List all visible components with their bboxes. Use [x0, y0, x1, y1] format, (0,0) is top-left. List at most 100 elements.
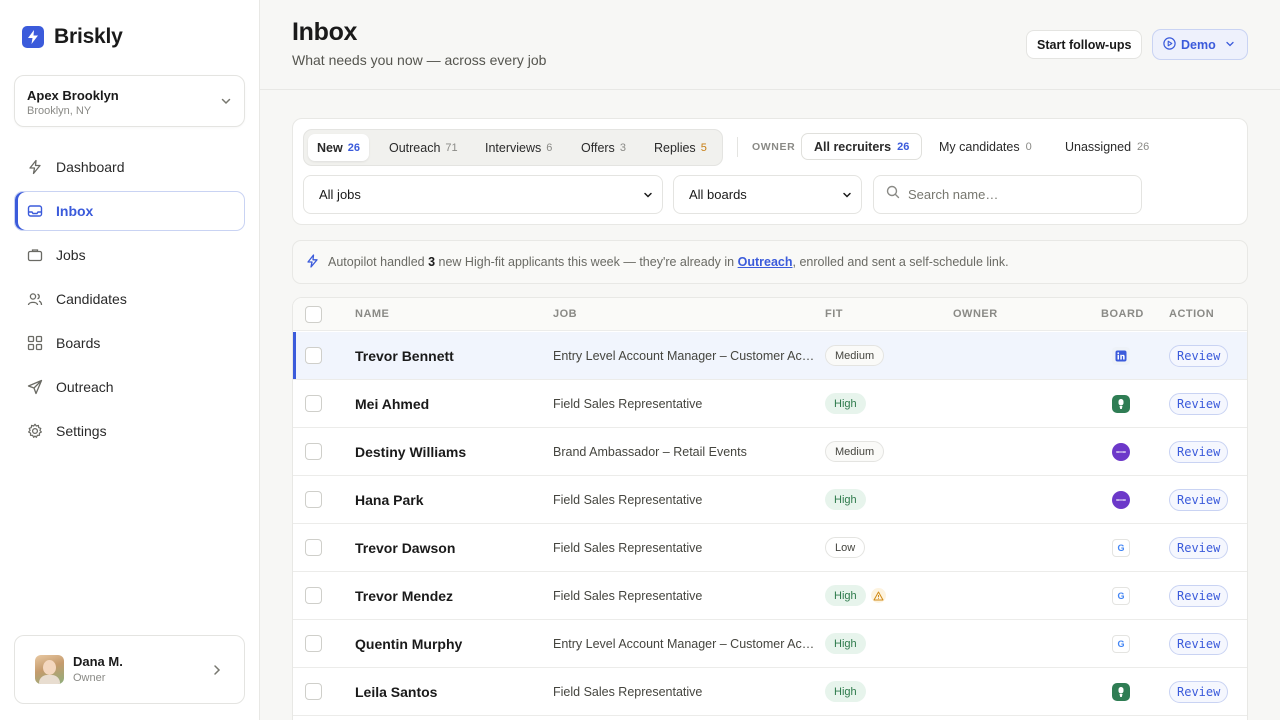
fit-badge: High	[825, 393, 866, 414]
job-title: Brand Ambassador – Retail Events	[553, 445, 747, 459]
column-name: NAME	[355, 308, 390, 320]
workspace-location: Brooklyn, NY	[27, 105, 92, 117]
chevron-down-icon	[642, 189, 654, 204]
table-header: NAME JOB FIT OWNER BOARD ACTION	[293, 298, 1247, 331]
outreach-link[interactable]: Outreach	[738, 255, 793, 269]
table-row[interactable]: Leila Santos Field Sales Representative Hi…	[293, 668, 1247, 716]
column-board: BOARD	[1101, 308, 1144, 320]
chevron-down-icon	[1225, 38, 1235, 52]
google-icon: G	[1112, 539, 1130, 557]
banner-count: 3	[428, 255, 436, 269]
job-title: Field Sales Representative	[553, 589, 703, 603]
candidate-name[interactable]: Destiny Williams	[355, 444, 466, 460]
nav-item-inbox[interactable]: Inbox	[14, 191, 245, 231]
hoodie-icon	[1112, 443, 1130, 461]
status-tabs: New 26 Outreach 71 Interviews 6 Offers 3 Rep…	[303, 129, 723, 166]
table-row[interactable]: Hana Park Field Sales Representative High R…	[293, 476, 1247, 524]
hoodie-icon	[1112, 491, 1130, 509]
banner-prefix: Autopilot handled	[328, 255, 425, 269]
row-checkbox[interactable]	[305, 539, 322, 556]
users-icon	[26, 290, 44, 308]
row-checkbox[interactable]	[305, 347, 322, 364]
nav-item-settings[interactable]: Settings	[14, 411, 245, 451]
jobs-select[interactable]: All jobs	[303, 175, 663, 214]
fit-badge: High	[825, 585, 866, 606]
table-row[interactable]: Mei Ahmed Field Sales Representative High R…	[293, 380, 1247, 428]
row-checkbox[interactable]	[305, 491, 322, 508]
select-all-checkbox[interactable]	[305, 306, 322, 323]
tab-new[interactable]: New 26	[308, 134, 369, 161]
candidate-name[interactable]: Leila Santos	[355, 684, 437, 700]
row-checkbox[interactable]	[305, 395, 322, 412]
page-subtitle: What needs you now — across every job	[292, 52, 547, 68]
review-button[interactable]: Review	[1169, 585, 1229, 607]
search-input[interactable]	[908, 187, 1128, 202]
owner-option-label: All recruiters	[814, 139, 892, 154]
fit-badge: High	[825, 633, 866, 654]
demo-button[interactable]: Demo	[1152, 29, 1248, 60]
candidate-name[interactable]: Mei Ahmed	[355, 396, 429, 412]
table-row[interactable]: Trevor Mendez Field Sales Representative H…	[293, 572, 1247, 620]
warning-icon	[871, 588, 886, 603]
review-button[interactable]: Review	[1169, 345, 1229, 367]
boards-select[interactable]: All boards	[673, 175, 862, 214]
chevron-down-icon	[841, 189, 853, 204]
fit-badge: High	[825, 489, 866, 510]
table-row[interactable]: Trevor Dawson Field Sales Representative L…	[293, 524, 1247, 572]
job-title: Field Sales Representative	[553, 493, 703, 507]
bolt-icon	[26, 158, 44, 176]
candidate-name[interactable]: Quentin Murphy	[355, 636, 462, 652]
page-title: Inbox	[292, 18, 358, 46]
bolt-icon	[306, 253, 319, 271]
row-checkbox[interactable]	[305, 443, 322, 460]
candidate-name[interactable]: Trevor Bennett	[355, 348, 454, 364]
review-button[interactable]: Review	[1169, 681, 1229, 703]
review-button[interactable]: Review	[1169, 489, 1229, 511]
workspace-switcher[interactable]: Apex Brooklyn Brooklyn, NY	[14, 75, 245, 127]
owner-all-recruiters[interactable]: All recruiters 26	[801, 133, 923, 160]
nav-item-outreach[interactable]: Outreach	[14, 367, 245, 407]
owner-filter-label: OWNER	[752, 141, 796, 153]
search-box	[873, 175, 1142, 214]
row-checkbox[interactable]	[305, 635, 322, 652]
table-row[interactable]: Trevor Bennett Entry Level Account Manage…	[293, 332, 1247, 380]
owner-my-candidates[interactable]: My candidates 0	[927, 133, 1044, 160]
candidate-name[interactable]: Trevor Mendez	[355, 588, 453, 604]
tab-replies[interactable]: Replies 5	[645, 134, 716, 161]
fit-badge: Low	[825, 537, 866, 558]
search-icon	[886, 185, 900, 204]
job-title: Entry Level Account Manager – Customer A…	[553, 637, 815, 651]
nav-item-candidates[interactable]: Candidates	[14, 279, 245, 319]
filter-card: New 26 Outreach 71 Interviews 6 Offers 3 Rep…	[292, 118, 1248, 225]
user-name: Dana M.	[73, 654, 123, 669]
brand[interactable]: Briskly	[22, 25, 123, 49]
tab-label: Replies	[654, 140, 696, 155]
header-divider	[260, 89, 1280, 90]
user-menu[interactable]: Dana M. Owner	[14, 635, 245, 704]
sidebar: Briskly Apex Brooklyn Brooklyn, NY Dashb…	[0, 0, 260, 720]
banner-text: Autopilot handled 3 new High-fit applica…	[328, 255, 1009, 269]
inbox-icon	[26, 202, 44, 220]
review-button[interactable]: Review	[1169, 537, 1229, 559]
nav-item-dashboard[interactable]: Dashboard	[14, 147, 245, 187]
owner-unassigned[interactable]: Unassigned 26	[1053, 133, 1161, 160]
table-row[interactable]: Destiny Williams Brand Ambassador – Retai…	[293, 428, 1247, 476]
tab-outreach[interactable]: Outreach 71	[380, 134, 467, 161]
candidate-name[interactable]: Trevor Dawson	[355, 540, 455, 556]
row-checkbox[interactable]	[305, 587, 322, 604]
start-follow-ups-button[interactable]: Start follow-ups	[1026, 30, 1143, 59]
review-button[interactable]: Review	[1169, 633, 1229, 655]
row-checkbox[interactable]	[305, 683, 322, 700]
candidate-name[interactable]: Hana Park	[355, 492, 423, 508]
table-row[interactable]: Quentin Murphy Entry Level Account Manage…	[293, 620, 1247, 668]
tab-interviews[interactable]: Interviews 6	[476, 134, 561, 161]
banner-middle: new High-fit applicants this week — they…	[438, 255, 735, 269]
tab-offers[interactable]: Offers 3	[572, 134, 635, 161]
play-circle-icon	[1163, 36, 1176, 53]
nav-item-boards[interactable]: Boards	[14, 323, 245, 363]
review-button[interactable]: Review	[1169, 393, 1229, 415]
review-button[interactable]: Review	[1169, 441, 1229, 463]
nav-item-jobs[interactable]: Jobs	[14, 235, 245, 275]
bolt-logo-icon	[22, 26, 44, 48]
main-nav: Dashboard Inbox Jobs Candidates Boards O…	[14, 147, 245, 455]
